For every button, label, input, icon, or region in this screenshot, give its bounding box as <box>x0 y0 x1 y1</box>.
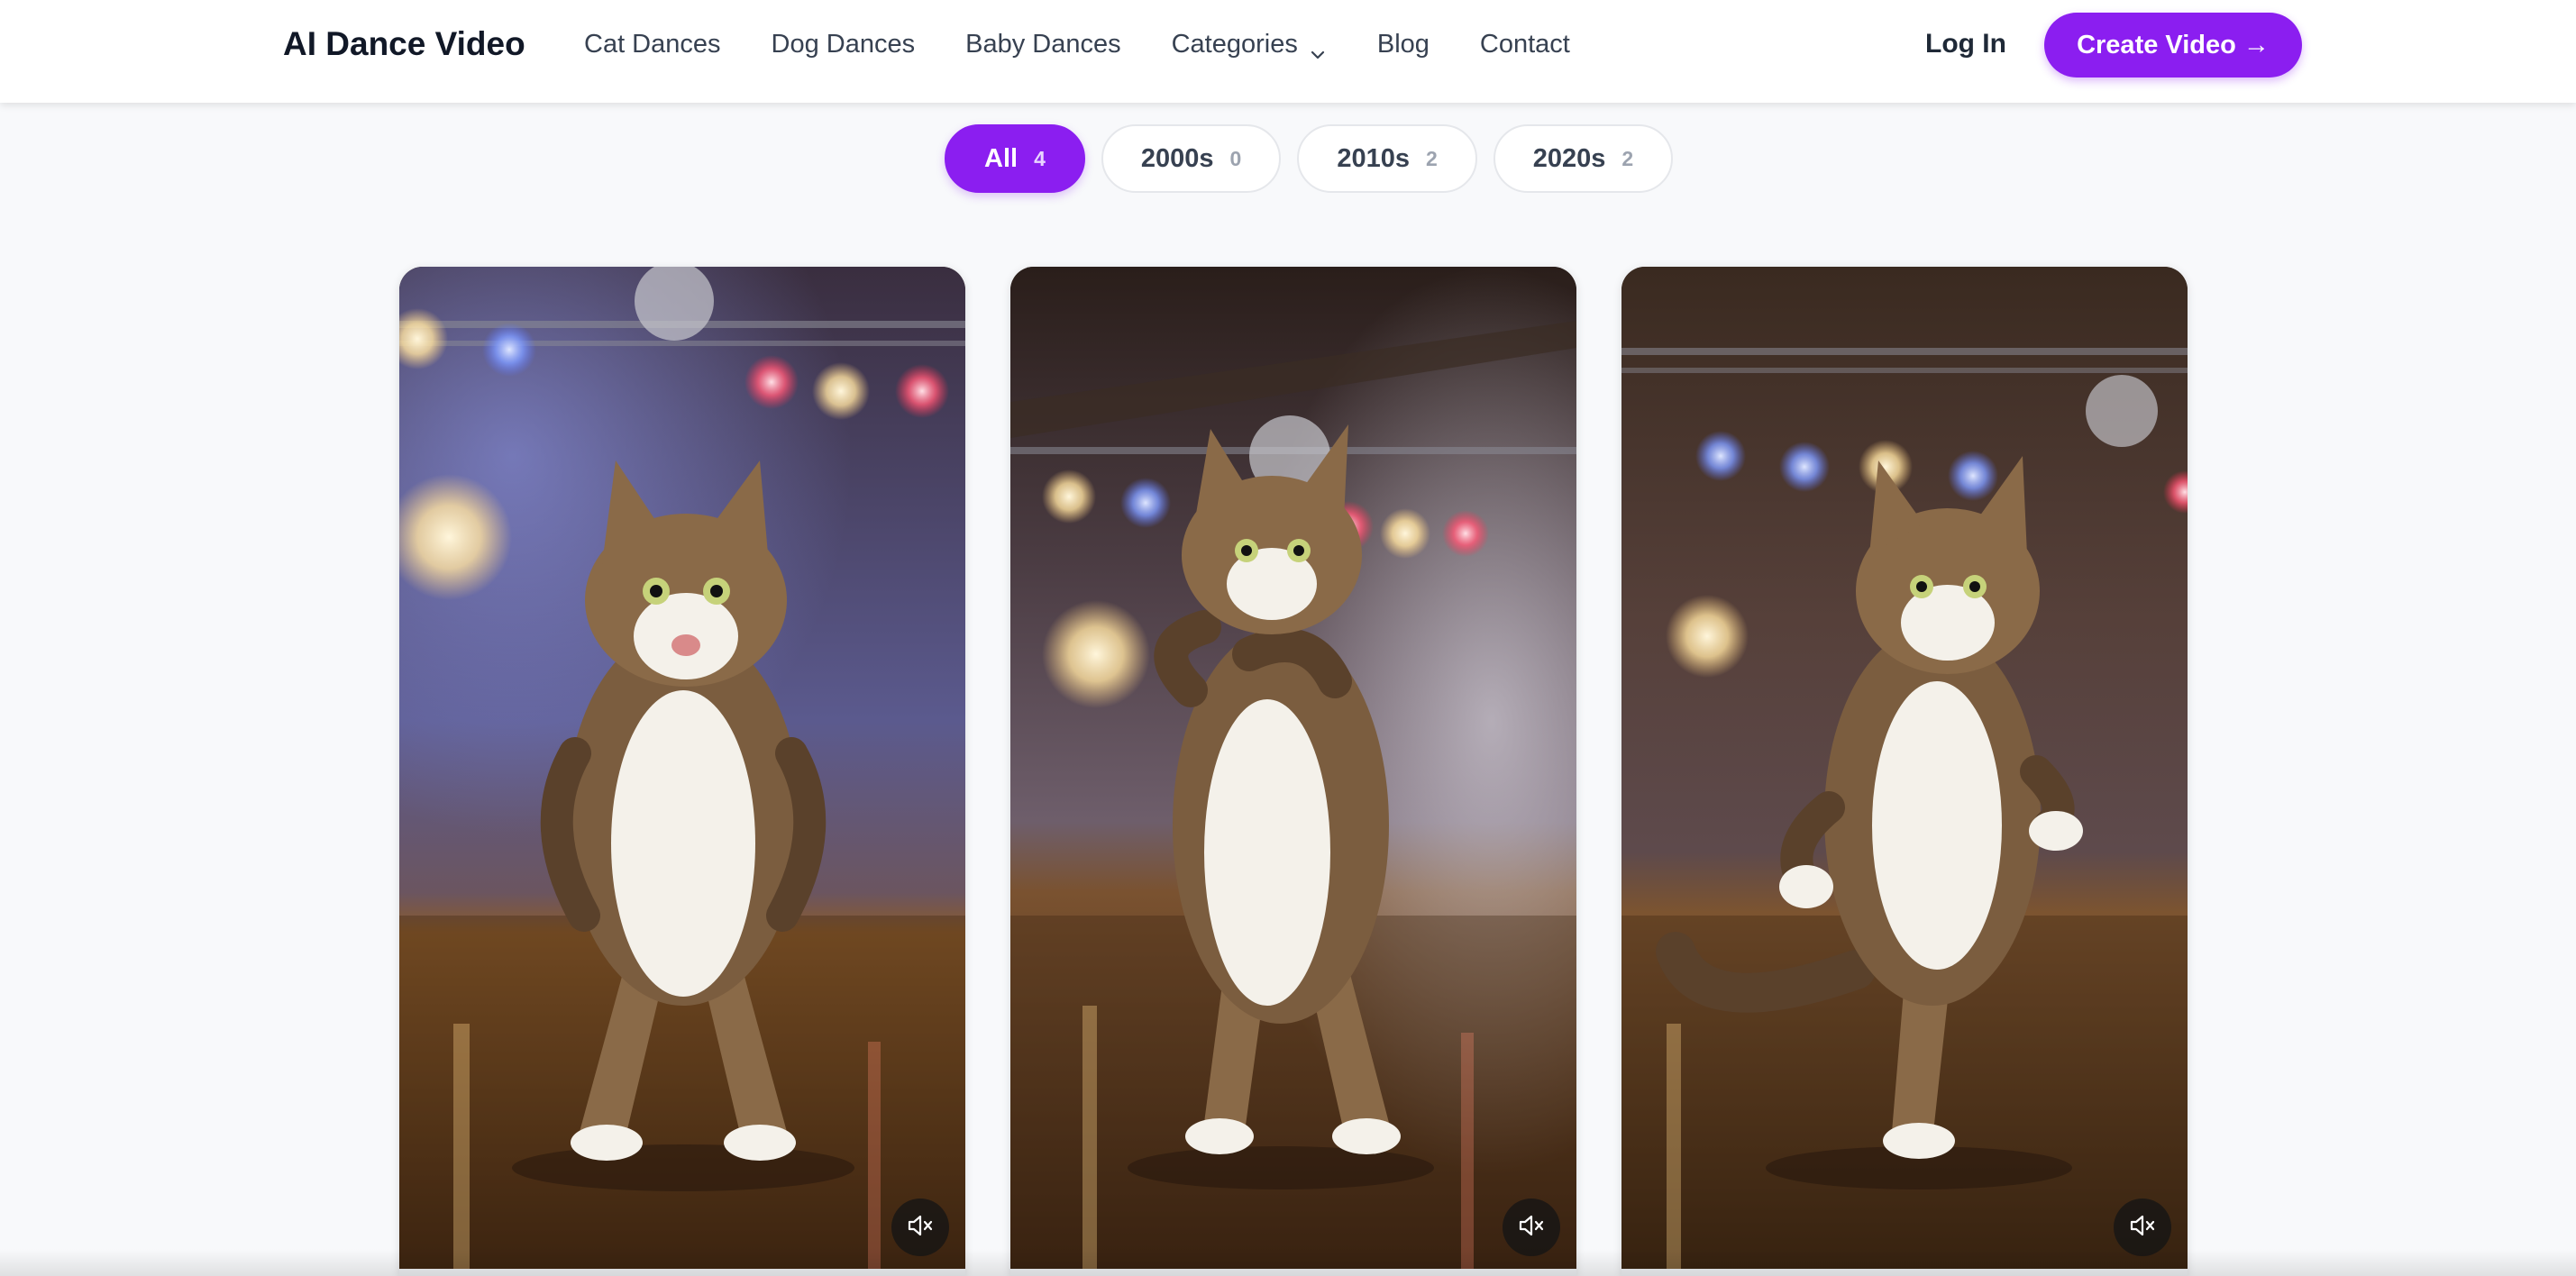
mute-toggle-button[interactable] <box>2114 1199 2171 1256</box>
filter-pill-all[interactable]: All 4 <box>945 124 1085 193</box>
filter-count: 2 <box>1621 146 1634 170</box>
filter-count: 4 <box>1034 146 1046 170</box>
site-logo[interactable]: AI Dance Video <box>283 23 525 65</box>
create-video-button[interactable]: Create Video → <box>2044 13 2302 77</box>
filter-label: 2000s <box>1140 143 1214 173</box>
volume-mute-icon <box>906 1211 935 1244</box>
filter-pill-2010s[interactable]: 2010s 2 <box>1297 124 1477 193</box>
card-footer-strip <box>1621 1269 2188 1276</box>
filter-pill-2000s[interactable]: 2000s 0 <box>1101 124 1282 193</box>
main-nav: Cat Dances Dog Dances Baby Dances Catego… <box>584 23 1621 65</box>
volume-mute-icon <box>1517 1211 1546 1244</box>
video-card[interactable] <box>1621 267 2188 1276</box>
video-card[interactable] <box>1010 267 1576 1276</box>
filter-count: 0 <box>1229 146 1242 170</box>
video-thumbnail <box>1010 267 1576 1276</box>
site-header: AI Dance Video Cat Dances Dog Dances Bab… <box>0 0 2576 103</box>
video-thumbnail <box>399 267 965 1276</box>
video-card[interactable] <box>399 267 965 1276</box>
nav-link-cat-dances[interactable]: Cat Dances <box>584 23 721 65</box>
mute-toggle-button[interactable] <box>891 1199 949 1256</box>
nav-link-blog[interactable]: Blog <box>1377 23 1430 65</box>
video-thumbnail <box>1621 267 2188 1276</box>
card-footer-strip <box>399 1269 965 1276</box>
decade-filter-bar: All 4 2000s 0 2010s 2 2020s 2 <box>945 124 1674 193</box>
filter-label: 2010s <box>1337 143 1410 173</box>
filter-pill-2020s[interactable]: 2020s 2 <box>1493 124 1674 193</box>
login-link[interactable]: Log In <box>1925 23 2006 65</box>
nav-link-baby-dances[interactable]: Baby Dances <box>965 23 1121 65</box>
mute-toggle-button[interactable] <box>1503 1199 1560 1256</box>
filter-label: All <box>984 143 1019 173</box>
chevron-down-icon <box>1309 35 1327 59</box>
filter-count: 2 <box>1425 146 1438 170</box>
card-footer-strip <box>1010 1269 1576 1276</box>
nav-link-contact[interactable]: Contact <box>1480 23 1570 65</box>
volume-mute-icon <box>2128 1211 2157 1244</box>
nav-categories-dropdown[interactable]: Categories <box>1172 23 1327 65</box>
nav-link-dog-dances[interactable]: Dog Dances <box>772 23 916 65</box>
filter-label: 2020s <box>1532 143 1606 173</box>
nav-link-categories-label: Categories <box>1171 30 1298 59</box>
